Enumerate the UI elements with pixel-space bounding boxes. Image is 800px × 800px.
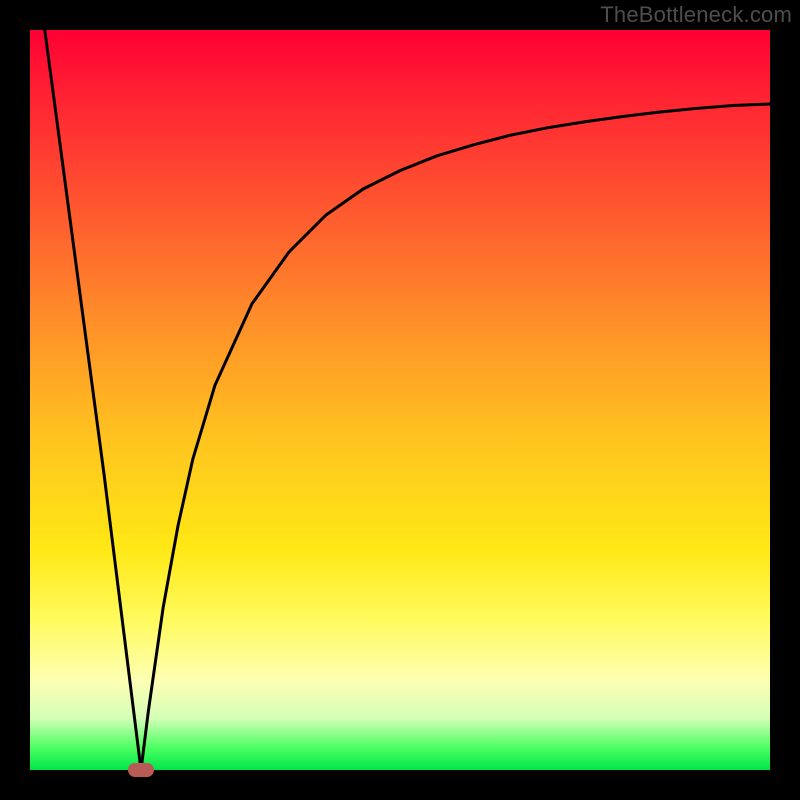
optimal-point-marker: [128, 763, 154, 777]
plot-area: [30, 30, 770, 770]
watermark-text: TheBottleneck.com: [600, 2, 792, 28]
bottleneck-curve: [30, 30, 770, 770]
chart-stage: TheBottleneck.com: [0, 0, 800, 800]
